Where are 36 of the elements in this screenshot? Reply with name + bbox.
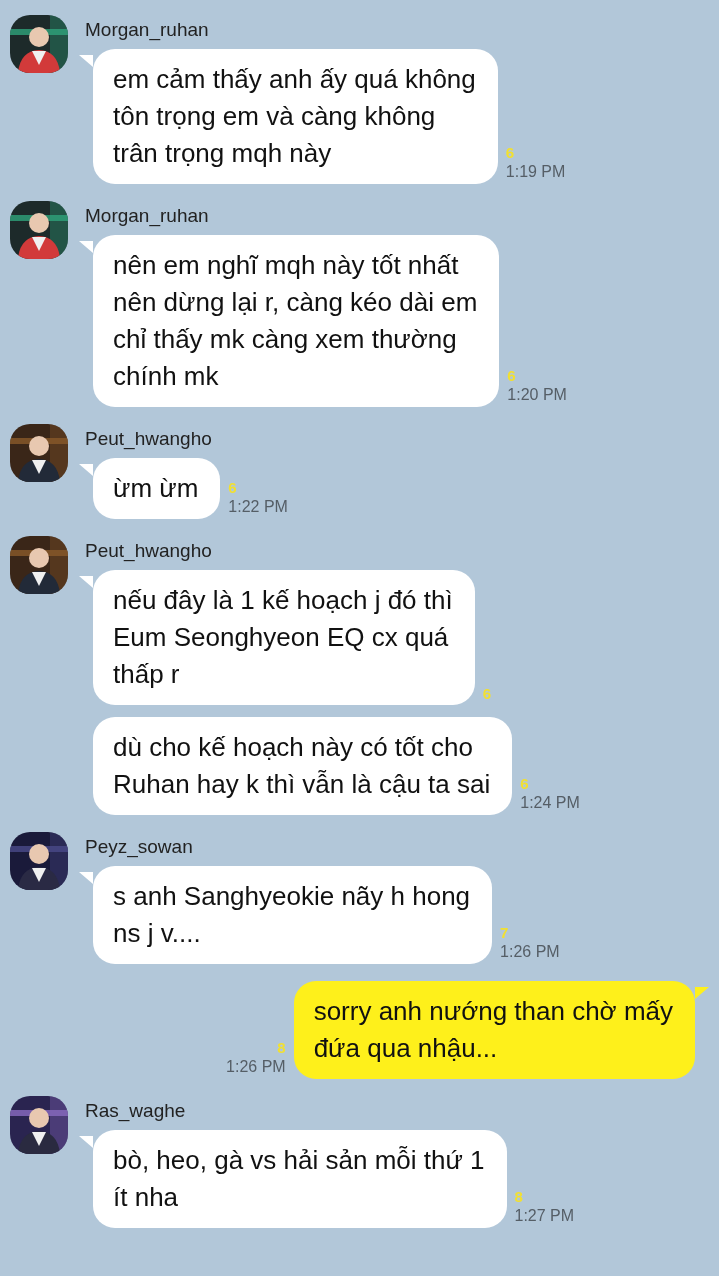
unread-count: 6 — [505, 144, 515, 162]
unread-count: 6 — [228, 479, 237, 497]
sender-name: Peut_hwangho — [85, 428, 213, 450]
unread-count: 7 — [500, 924, 509, 942]
sender-name: Morgan_ruhan — [85, 19, 210, 41]
sender-name: Morgan_ruhan — [85, 205, 210, 227]
sender-name: Peut_hwangho — [85, 540, 213, 562]
bubble-tail — [79, 464, 93, 476]
unread-count: 6 — [520, 775, 529, 793]
bubble-tail — [79, 872, 93, 884]
message-bubble: ừm ừm — [93, 458, 221, 519]
bubble-tail — [79, 241, 93, 253]
message-bubble: s anh Sanghyeokie nãy h hong ns j v.... — [93, 866, 493, 964]
bubble-tail — [79, 55, 93, 67]
timestamp: 1:26 PM — [226, 1057, 286, 1077]
message-bubble: nên em nghĩ mqh này tốt nhất nên dừng lại r, càng kéo dài em chỉ thấy mk càng xem thường chính mk — [93, 235, 500, 407]
message-bubble: em cảm thấy anh ấy quá không tôn trọng em và càng không trân trọng mqh này — [93, 49, 498, 184]
sender-name: Ras_waghe — [85, 1100, 187, 1122]
message-bubble: bò, heo, gà vs hải sản mỗi thứ 1 ít nha — [93, 1130, 507, 1228]
unread-count: 8 — [514, 1188, 523, 1206]
message-bubble: nếu đây là 1 kế hoạch j đó thì Eum Seonghyeon EQ cx quá thấp r — [93, 570, 475, 705]
timestamp: 1:27 PM — [514, 1206, 575, 1226]
unread-count: 8 — [277, 1039, 286, 1057]
timestamp: 1:24 PM — [520, 793, 580, 813]
bubble-tail — [79, 1136, 93, 1148]
message-bubble: dù cho kế hoạch này có tốt cho Ruhan hay k thì vẫn là cậu ta sai — [93, 717, 513, 815]
sender-name: Peyz_sowan — [85, 836, 194, 858]
bubble-tail — [79, 576, 93, 588]
timestamp: 1:22 PM — [228, 497, 288, 517]
timestamp: 1:20 PM — [507, 385, 567, 405]
message-bubble: sorry anh nướng than chờ mấy đứa qua nhậu... — [293, 981, 695, 1079]
unread-count: 6 — [482, 685, 492, 703]
unread-count: 6 — [507, 367, 516, 385]
timestamp: 1:26 PM — [500, 942, 560, 962]
bubble-tail — [695, 987, 709, 999]
timestamp: 1:19 PM — [505, 162, 566, 182]
